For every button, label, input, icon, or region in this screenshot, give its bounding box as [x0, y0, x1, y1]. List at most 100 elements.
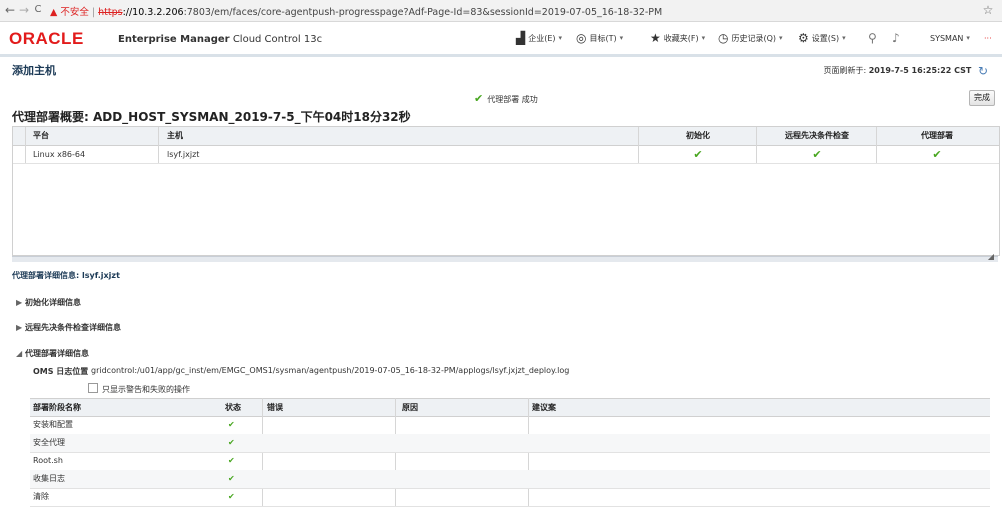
refresh-time: 2019-7-5 16:25:22 CST	[868, 66, 972, 75]
header-deploy[interactable]: 代理部署	[877, 127, 997, 145]
phase-name: 安装和配置	[33, 420, 73, 429]
table-row[interactable]: 安全代理 ✔	[30, 434, 990, 453]
url-separator: |	[91, 7, 96, 18]
cell-platform: Linux x86-64	[33, 150, 86, 159]
security-warning-text: 不安全	[60, 7, 89, 18]
menu-targets-label: 目标(T)	[589, 33, 617, 43]
table-row[interactable]: Linux x86-64 lsyf.jxjzt ✔ ✔ ✔	[13, 146, 999, 164]
header-error[interactable]: 错误	[267, 399, 283, 416]
header-init[interactable]: 初始化	[639, 127, 757, 145]
more-icon: ···	[984, 33, 992, 43]
header-cause[interactable]: 原因	[402, 399, 418, 416]
success-check-icon: ✔	[474, 92, 484, 105]
header-host[interactable]: 主机	[167, 127, 183, 145]
header-divider	[0, 54, 1002, 57]
chevron-down-icon: ▾	[779, 34, 783, 42]
menu-settings-label: 设置(S)	[811, 33, 840, 43]
prereq-check-icon: ✔	[812, 148, 822, 161]
browser-toolbar: ← → C ▲ 不安全 | https://10.3.2.206:7803/em…	[0, 0, 1002, 22]
section-init-label: 初始化详细信息	[25, 298, 81, 307]
back-arrow-icon[interactable]: ←	[4, 3, 16, 17]
favorites-star-icon: ★	[650, 31, 661, 45]
header-phase-name[interactable]: 部署阶段名称	[33, 399, 81, 416]
product-name-bold: Enterprise Manager	[118, 34, 230, 45]
only-warnings-label: 只显示警告和失败的操作	[102, 385, 190, 394]
url-host: ://10.3.2.206	[122, 7, 184, 18]
phase-name: Root.sh	[33, 456, 63, 465]
expand-triangle-icon: ▶	[16, 323, 23, 332]
cell-host: lsyf.jxjzt	[167, 150, 200, 159]
page-refresh: 页面刷新于: 2019-7-5 16:25:22 CST ↻	[823, 64, 988, 78]
done-button[interactable]: 完成	[969, 90, 995, 106]
only-warnings-checkbox[interactable]: 只显示警告和失败的操作	[88, 383, 190, 395]
menu-history[interactable]: ◷ 历史记录(Q) ▾	[718, 30, 783, 46]
gear-icon: ⚙	[798, 31, 809, 45]
url-path: :7803/em/faces/core-agentpush-progresspa…	[183, 7, 663, 18]
menu-history-label: 历史记录(Q)	[731, 33, 777, 43]
reload-icon[interactable]: C	[32, 3, 44, 17]
phase-table: 部署阶段名称 状态 错误 原因 建议案 安装和配置 ✔ 安全代理 ✔ Root.…	[30, 398, 990, 507]
header-platform[interactable]: 平台	[33, 127, 49, 145]
detail-title: 代理部署详细信息: lsyf.jxjzt	[12, 271, 120, 280]
menu-favorites[interactable]: ★ 收藏夹(F) ▾	[650, 30, 705, 46]
phase-name: 收集日志	[33, 474, 65, 483]
user-name: SYSMAN	[930, 33, 964, 43]
table-row[interactable]: 收集日志 ✔	[30, 470, 990, 489]
phase-success-check-icon: ✔	[228, 474, 235, 483]
refresh-icon[interactable]: ↻	[978, 64, 988, 78]
target-icon: ◎	[576, 31, 587, 45]
security-warning-icon: ▲	[50, 7, 58, 18]
page-title: 添加主机	[12, 64, 56, 77]
init-check-icon: ✔	[693, 148, 703, 161]
table-row[interactable]: Root.sh ✔	[30, 452, 990, 471]
deploy-status-message: ✔ 代理部署 成功	[474, 92, 538, 105]
menu-targets[interactable]: ◎ 目标(T) ▾	[576, 30, 623, 46]
chevron-down-icon: ▾	[966, 34, 970, 42]
section-prereq-label: 远程先决条件检查详细信息	[25, 323, 121, 332]
forward-arrow-icon[interactable]: →	[18, 3, 30, 17]
product-name-rest: Cloud Control 13c	[232, 34, 323, 45]
status-text: 代理部署 成功	[487, 95, 538, 104]
phase-name: 清除	[33, 492, 49, 501]
phase-table-header: 部署阶段名称 状态 错误 原因 建议案	[30, 398, 990, 417]
chevron-down-icon: ▾	[619, 34, 624, 42]
summary-table: 平台 主机 初始化 远程先决条件检查 代理部署 Linux x86-64 lsy…	[12, 126, 1000, 256]
oracle-logo: ORACLE	[9, 29, 84, 48]
notifications-button[interactable]: ♪	[892, 30, 900, 46]
table-row[interactable]: 安装和配置 ✔	[30, 416, 990, 435]
menu-enterprise[interactable]: ▟ 企业(E) ▾	[516, 30, 562, 46]
phase-success-check-icon: ✔	[228, 420, 235, 429]
header-advice[interactable]: 建议案	[532, 399, 556, 416]
summary-table-header: 平台 主机 初始化 远程先决条件检查 代理部署	[13, 127, 999, 146]
bookmark-star-icon[interactable]: ☆	[982, 3, 994, 17]
expand-triangle-icon: ▶	[16, 298, 23, 307]
oms-log-label: OMS 日志位置	[33, 367, 89, 376]
user-menu[interactable]: SYSMAN ▾	[930, 30, 970, 46]
chevron-down-icon: ▾	[842, 34, 846, 42]
section-deploy-details[interactable]: ◢ 代理部署详细信息	[16, 348, 89, 359]
address-bar[interactable]: ▲ 不安全 | https://10.3.2.206:7803/em/faces…	[50, 4, 662, 18]
section-deploy-label: 代理部署详细信息	[25, 349, 89, 358]
search-icon: ⚲	[868, 31, 877, 45]
section-init-details[interactable]: ▶ 初始化详细信息	[16, 297, 81, 308]
panel-splitter[interactable]	[12, 256, 998, 262]
product-name: Enterprise Manager Cloud Control 13c	[118, 34, 322, 45]
header-status[interactable]: 状态	[225, 399, 241, 416]
more-menu[interactable]: ···	[984, 30, 992, 46]
table-row[interactable]: 清除 ✔	[30, 488, 990, 507]
chevron-down-icon: ▾	[701, 34, 706, 42]
oms-log-path: gridcontrol:/u01/app/gc_inst/em/EMGC_OMS…	[91, 366, 570, 375]
header-prereq[interactable]: 远程先决条件检查	[757, 127, 877, 145]
refresh-label: 页面刷新于:	[823, 66, 867, 75]
search-button[interactable]: ⚲	[868, 30, 877, 46]
menu-settings[interactable]: ⚙ 设置(S) ▾	[798, 30, 846, 46]
phase-success-check-icon: ✔	[228, 438, 235, 447]
menu-enterprise-label: 企业(E)	[528, 33, 556, 43]
deploy-check-icon: ✔	[932, 148, 942, 161]
menu-favorites-label: 收藏夹(F)	[663, 33, 699, 43]
checkbox-icon[interactable]	[88, 383, 98, 393]
bell-icon: ♪	[892, 31, 900, 45]
phase-success-check-icon: ✔	[228, 456, 235, 465]
section-prereq-details[interactable]: ▶ 远程先决条件检查详细信息	[16, 322, 121, 333]
collapse-arrow-icon[interactable]: ◢	[988, 252, 994, 261]
